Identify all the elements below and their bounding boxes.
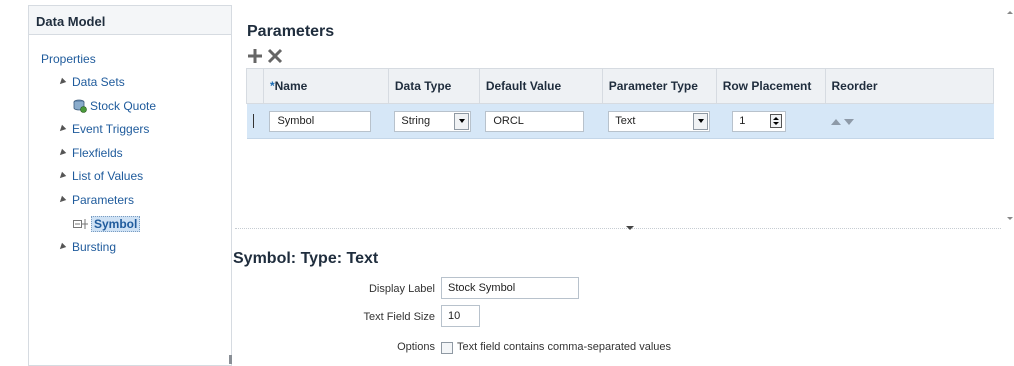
name-cell: Symbol [263,103,389,139]
spin-up-icon[interactable] [773,117,780,120]
move-up-icon[interactable] [831,119,841,125]
chevron-down-icon [697,119,704,123]
dropdown-button[interactable] [693,112,709,130]
dropdown-button[interactable] [454,112,470,130]
move-down-icon[interactable] [844,119,854,125]
display-label-field[interactable]: Stock Symbol [441,277,579,299]
tree-item-event-triggers[interactable]: Event Triggers [57,120,150,138]
data-type-select[interactable]: String [394,110,472,132]
add-icon[interactable] [247,48,263,64]
scroll-down-icon[interactable] [1007,217,1013,220]
expand-triangle-icon[interactable] [57,124,67,134]
reorder-cell [825,103,994,139]
table-header-row: *Name Data Type Default Value Parameter … [246,68,994,104]
column-header-parameter-type[interactable]: Parameter Type [601,68,717,104]
text-field-size-field[interactable]: 10 [441,305,480,327]
data-type-value: String [401,115,431,127]
pane-splitter[interactable] [235,228,1001,231]
options-checkbox-label[interactable]: Text field contains comma-separated valu… [457,341,671,353]
text-field-size-label: Text Field Size [363,311,435,323]
detail-title: Symbol: Type: Text [233,250,379,267]
panel-resize-grip[interactable] [229,355,232,364]
tree-item-label: Flexfields [72,146,123,160]
spinner-buttons[interactable] [770,114,783,128]
row-placement-value: 1 [739,115,746,127]
tree-item-label: Stock Quote [90,99,157,113]
row-marker [252,114,254,129]
parameter-icon [73,219,88,229]
reorder-controls [831,119,854,125]
panel-title: Data Model [36,14,106,29]
tree-item-properties[interactable]: Properties [41,50,96,68]
tree-item-label: Event Triggers [72,122,150,136]
section-title: Parameters [247,23,335,40]
tree-item-label: Data Sets [72,75,125,89]
tree-item-flexfields[interactable]: Flexfields [57,144,123,162]
tree-item-list-of-values[interactable]: List of Values [57,167,144,185]
column-header-default-value[interactable]: Default Value [478,68,603,104]
options-label: Options [397,341,435,353]
data-model-panel: Data Model Properties Data Sets Stock Qu… [28,5,232,366]
collapse-handle-icon[interactable] [626,226,634,230]
column-header-data-type[interactable]: Data Type [387,68,480,104]
row-placement-cell: 1 [716,103,825,139]
tree-item-label: Parameters [72,193,135,207]
tree-item-parameters[interactable]: Parameters [57,191,135,209]
tree-item-label: Properties [41,52,96,66]
parameter-type-value: Text [615,115,636,127]
data-type-cell: String [388,103,480,139]
tree-item-data-sets[interactable]: Data Sets [57,73,125,91]
tree-item-symbol[interactable]: Symbol [73,215,141,233]
chevron-down-icon [458,119,465,123]
parameters-table: *Name Data Type Default Value Parameter … [246,68,994,139]
expand-triangle-icon[interactable] [57,148,67,158]
row-placement-spinner[interactable]: 1 [732,110,787,132]
column-header-row-placement[interactable]: Row Placement [715,68,825,104]
column-header-name[interactable]: *Name [262,68,389,104]
data-set-icon [73,99,87,113]
name-input[interactable]: Symbol [269,110,372,132]
tree-item-bursting[interactable]: Bursting [57,238,117,256]
display-label-label: Display Label [368,283,435,295]
tree-item-label: List of Values [72,169,144,183]
parameter-type-cell: Text [602,103,717,139]
parameter-type-select[interactable]: Text [608,110,711,132]
default-value-cell: ORCL [479,103,603,139]
options-checkbox[interactable] [441,342,453,354]
tree-item-label: Symbol [91,216,141,232]
table-row[interactable]: Symbol String ORCL Text 1 [246,103,994,139]
row-selector-cell[interactable] [246,103,264,139]
expand-triangle-icon[interactable] [57,77,67,87]
expand-triangle-icon[interactable] [57,242,67,252]
vertical-scrollbar[interactable] [1004,5,1014,227]
spin-down-icon[interactable] [773,122,780,125]
scroll-up-icon[interactable] [1007,11,1013,14]
panel-header: Data Model [29,6,231,35]
tree-item-stock-quote[interactable]: Stock Quote [73,97,156,115]
expand-triangle-icon[interactable] [57,171,67,181]
column-header-selector [246,68,264,104]
expand-triangle-icon[interactable] [57,195,67,205]
delete-icon[interactable] [267,48,283,64]
default-value-input[interactable]: ORCL [485,110,585,132]
column-header-reorder[interactable]: Reorder [824,68,994,104]
tree-item-label: Bursting [72,240,117,254]
